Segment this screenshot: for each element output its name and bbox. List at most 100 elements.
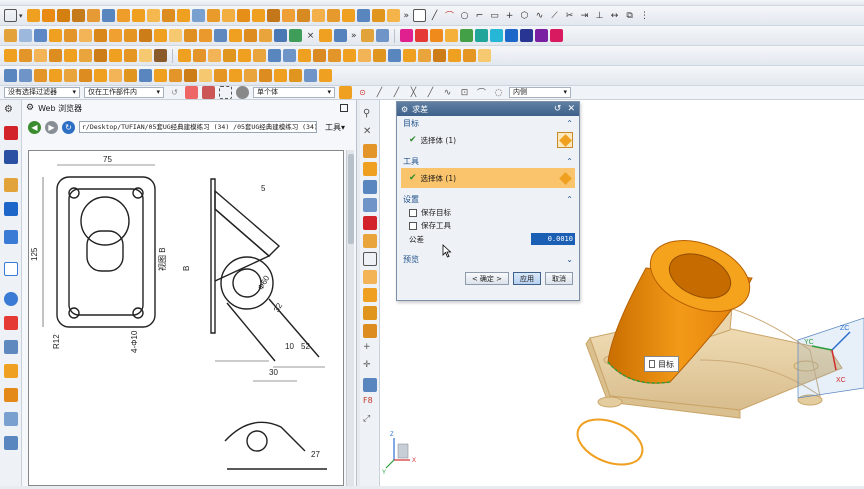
history-icon[interactable] <box>4 292 18 306</box>
color-grid-icon[interactable] <box>363 180 377 194</box>
surface-finish-icon[interactable] <box>433 49 446 62</box>
orient-icon[interactable] <box>363 288 377 302</box>
pattern-curve-icon[interactable]: ⋮ <box>638 9 651 22</box>
louver-icon[interactable] <box>109 49 122 62</box>
snap-fit-icon[interactable] <box>124 69 137 82</box>
render-style-icon[interactable] <box>363 216 377 230</box>
color-red-swatch[interactable] <box>414 29 428 42</box>
sketch-icon[interactable] <box>26 9 40 22</box>
chamfer-icon[interactable] <box>296 9 310 22</box>
gusset-icon[interactable] <box>154 49 167 62</box>
constraint-assembly-icon[interactable] <box>208 49 221 62</box>
sphere-select-icon[interactable] <box>236 86 249 99</box>
grid-icon[interactable] <box>304 69 317 82</box>
constraint-navigator-icon[interactable] <box>4 150 18 164</box>
through-curves-icon[interactable] <box>169 29 182 42</box>
explode-icon[interactable] <box>253 49 266 62</box>
select-body-icon[interactable] <box>557 170 573 186</box>
color-cyan-swatch[interactable] <box>489 29 503 42</box>
subtract-icon[interactable] <box>251 9 265 22</box>
select-body-icon[interactable] <box>557 132 573 148</box>
bend-icon[interactable] <box>64 49 77 62</box>
select-edge-icon[interactable] <box>375 29 389 42</box>
layer-icon[interactable] <box>363 198 377 212</box>
snap-midpoint-icon[interactable] <box>339 86 352 99</box>
project-curve-icon[interactable] <box>319 29 332 42</box>
snap-intersect-icon[interactable]: ╳ <box>407 86 420 99</box>
filter-reset-icon[interactable]: ↺ <box>168 86 181 99</box>
section-preview[interactable]: 预览 ⌄ <box>397 252 579 266</box>
coordinate-system-icon[interactable] <box>4 29 17 42</box>
slot-form-icon[interactable] <box>244 69 257 82</box>
feature-icon[interactable] <box>274 69 287 82</box>
weld-icon[interactable] <box>418 49 431 62</box>
sphere-icon[interactable] <box>86 9 100 22</box>
snap-tangent-icon[interactable]: ╱ <box>390 86 403 99</box>
cylinder-icon[interactable] <box>56 9 70 22</box>
ruled-icon[interactable] <box>229 29 242 42</box>
snap-quadrant-icon[interactable]: ╱ <box>373 86 386 99</box>
flatten-icon[interactable] <box>214 69 227 82</box>
select-icon[interactable] <box>4 9 17 22</box>
cancel-button[interactable]: 取消 <box>545 272 573 285</box>
intersect-icon[interactable] <box>266 9 280 22</box>
box-select-icon[interactable] <box>219 86 232 99</box>
system-materials-icon[interactable] <box>4 316 18 330</box>
edge-blend-icon[interactable] <box>281 9 295 22</box>
intersect-curve-icon[interactable]: × <box>304 29 317 42</box>
hole-table-icon[interactable] <box>373 49 386 62</box>
snap-on-curve-icon[interactable]: ∿ <box>441 86 454 99</box>
wave-icon[interactable] <box>289 29 302 42</box>
combined-curve-icon[interactable] <box>334 29 347 42</box>
snap-arc-icon[interactable]: ⌒ <box>475 86 488 99</box>
circle-icon[interactable]: ○ <box>458 9 471 22</box>
pad-icon[interactable] <box>161 9 175 22</box>
collapse-icon[interactable]: ⌃ <box>566 119 573 128</box>
keep-tool-row[interactable]: 保存工具 <box>401 219 575 232</box>
balloon-icon[interactable] <box>478 49 491 62</box>
color-green-swatch[interactable] <box>459 29 473 42</box>
tool-select-row[interactable]: ✔ 选择体 (1) <box>401 168 575 188</box>
tool-icon[interactable] <box>229 69 242 82</box>
part-list-icon[interactable] <box>358 49 371 62</box>
step-icon[interactable] <box>169 69 182 82</box>
tools-menu[interactable]: 工具▾ <box>325 122 345 133</box>
pan-icon[interactable]: ✛ <box>363 360 377 374</box>
swept-icon[interactable] <box>184 29 197 42</box>
process-studio-icon[interactable] <box>4 340 18 354</box>
arc-icon[interactable]: ⌒ <box>443 9 456 22</box>
cone-icon[interactable] <box>71 9 85 22</box>
tolerance-input[interactable]: 0.0010 <box>531 233 575 245</box>
target-select-row[interactable]: ✔ 选择体 (1) <box>401 130 575 150</box>
thread-icon[interactable] <box>206 9 220 22</box>
assembly-navigator-icon[interactable] <box>4 126 18 140</box>
grill-icon[interactable] <box>154 69 167 82</box>
mirror-icon[interactable] <box>371 9 385 22</box>
web-icon[interactable] <box>79 69 92 82</box>
manufacturing-wizard-icon[interactable] <box>4 364 18 378</box>
dimple-icon[interactable] <box>124 49 137 62</box>
rebend-icon[interactable] <box>94 49 107 62</box>
constraint-icon[interactable]: ⊥ <box>593 9 606 22</box>
gear-icon[interactable]: ⚙ <box>401 105 408 114</box>
spline-icon[interactable]: ∿ <box>533 9 546 22</box>
scope-select[interactable]: 仅在工作部件内 ▾ <box>84 87 164 98</box>
web-browser-icon[interactable] <box>4 262 18 276</box>
trim-curve-icon[interactable]: ✂ <box>563 9 576 22</box>
shaded-icon[interactable] <box>363 234 377 248</box>
extrude-icon[interactable] <box>101 9 115 22</box>
datum-feature-icon[interactable] <box>448 49 461 62</box>
boss-ext-icon[interactable] <box>94 69 107 82</box>
snap-on-face-icon[interactable]: ⊡ <box>458 86 471 99</box>
pattern-icon[interactable] <box>386 9 400 22</box>
lip-icon[interactable] <box>109 69 122 82</box>
dialog-titlebar[interactable]: ⚙ 求差 ↺ ✕ <box>397 102 579 116</box>
trim-sheet-icon[interactable] <box>259 29 272 42</box>
more-surface-chevron-icon[interactable]: » <box>351 31 357 41</box>
block-icon[interactable] <box>41 9 55 22</box>
color-amber-swatch[interactable] <box>444 29 458 42</box>
transform-icon[interactable] <box>19 69 32 82</box>
hide-icon[interactable] <box>363 306 377 320</box>
fit-view-icon[interactable] <box>363 162 377 176</box>
color-orange-swatch[interactable] <box>429 29 443 42</box>
